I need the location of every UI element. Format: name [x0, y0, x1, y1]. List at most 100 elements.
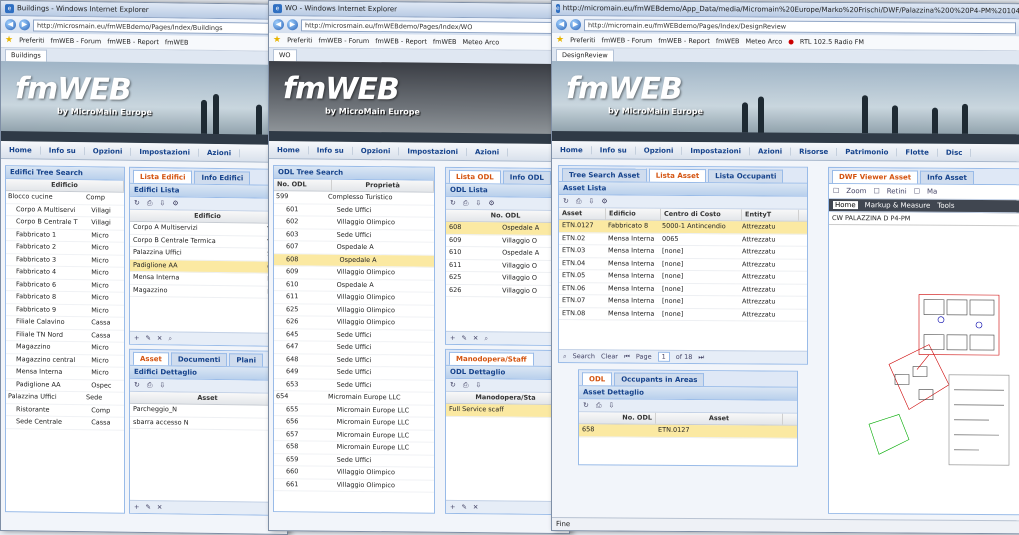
- menu-impostazioni[interactable]: Impostazioni: [682, 146, 750, 154]
- tab-lista-asset[interactable]: Lista Asset: [649, 169, 706, 182]
- print-icon[interactable]: ⎙: [576, 197, 582, 206]
- clear-button[interactable]: Clear: [601, 352, 618, 360]
- tab-lista-edifici[interactable]: Lista Edifici: [133, 170, 192, 184]
- tab-planimetrie[interactable]: Plani: [229, 353, 263, 366]
- favorites-star-icon[interactable]: ★: [273, 35, 281, 45]
- print-icon[interactable]: ⎙: [463, 199, 469, 208]
- table-row[interactable]: 608Ospedale A: [446, 222, 566, 236]
- column-header[interactable]: Asset: [559, 208, 606, 219]
- floor-plan-drawing[interactable]: [829, 224, 1019, 510]
- tab-dwf-viewer[interactable]: DWF Viewer Asset: [832, 170, 918, 184]
- tab-info-edifici[interactable]: Info Edifici: [194, 171, 250, 185]
- tab-lista-odl[interactable]: Lista ODL: [449, 170, 501, 184]
- fav-link[interactable]: fmWEB: [165, 38, 189, 46]
- back-icon[interactable]: ◀: [556, 19, 567, 30]
- export-icon[interactable]: ⇩: [608, 401, 614, 409]
- edit-icon[interactable]: ✎: [461, 334, 466, 342]
- export-icon[interactable]: ⇩: [475, 199, 481, 207]
- print-icon[interactable]: ⎙: [147, 199, 153, 208]
- column-header[interactable]: Centro di Costo: [661, 209, 742, 221]
- refresh-icon[interactable]: ↻: [450, 381, 456, 389]
- ribbon-markup[interactable]: Markup & Measure: [865, 201, 931, 209]
- menu-flotte[interactable]: Flotte: [897, 148, 937, 156]
- fav-link[interactable]: RTL 102.5 Radio FM: [800, 38, 864, 46]
- fav-link[interactable]: Meteo Arco: [746, 37, 783, 45]
- menu-info[interactable]: Info su: [309, 146, 353, 154]
- tree-row[interactable]: Sede CentraleCassa: [6, 416, 124, 430]
- table-row[interactable]: ETN.08Mensa Interna[none]Attrezzatu: [559, 308, 807, 322]
- table-row[interactable]: 610Ospedale A: [446, 247, 566, 261]
- edit-icon[interactable]: ✎: [145, 503, 150, 511]
- print-icon[interactable]: ⎙: [147, 381, 153, 390]
- fav-link[interactable]: fmWEB - Report: [658, 37, 710, 45]
- fav-link[interactable]: fmWEB: [433, 38, 457, 46]
- fav-link[interactable]: fmWEB: [716, 37, 740, 45]
- refresh-icon[interactable]: ↻: [134, 199, 140, 207]
- page-input[interactable]: 1: [658, 352, 670, 362]
- settings-icon[interactable]: ⚙: [172, 199, 178, 207]
- refresh-icon[interactable]: ↻: [134, 381, 140, 389]
- column-header[interactable]: No. ODL: [446, 210, 566, 222]
- export-icon[interactable]: ⇩: [588, 197, 594, 205]
- fav-link[interactable]: fmWEB - Report: [107, 37, 159, 46]
- tab-lista-occupanti[interactable]: Lista Occupanti: [708, 169, 783, 183]
- fav-link[interactable]: fmWEB - Forum: [319, 37, 370, 46]
- menu-home[interactable]: Home: [552, 146, 592, 154]
- table-row[interactable]: MagazzinoMi: [130, 284, 286, 299]
- first-page-icon[interactable]: ⏮: [624, 352, 630, 361]
- menu-home[interactable]: Home: [269, 146, 309, 154]
- column-header[interactable]: EntityT: [742, 209, 799, 220]
- forward-icon[interactable]: ▶: [287, 19, 298, 30]
- settings-icon[interactable]: ⚙: [601, 197, 607, 205]
- column-header[interactable]: Edificio: [606, 208, 661, 219]
- table-row[interactable]: 611Villaggio O: [446, 259, 566, 273]
- url-input[interactable]: http://microsmain.eu/fmWEBdemo/Pages/Ind…: [301, 19, 565, 34]
- url-input[interactable]: http://micromain.eu/fmWEBdemo/Pages/Inde…: [584, 19, 1016, 34]
- tab-documenti[interactable]: Documenti: [171, 352, 228, 366]
- refresh-icon[interactable]: ↻: [583, 401, 589, 409]
- back-icon[interactable]: ◀: [5, 19, 16, 30]
- menu-opzioni[interactable]: Opzioni: [85, 147, 132, 156]
- fav-link[interactable]: fmWEB - Forum: [602, 36, 653, 44]
- favorites-label[interactable]: Preferiti: [570, 36, 595, 44]
- search-icon[interactable]: ⌕: [484, 334, 488, 343]
- fav-link[interactable]: fmWEB - Report: [375, 37, 427, 46]
- menu-home[interactable]: Home: [1, 146, 41, 155]
- print-icon[interactable]: ⎙: [596, 401, 602, 410]
- search-icon[interactable]: ⌕: [563, 352, 567, 361]
- tab-tree-search-asset[interactable]: Tree Search Asset: [562, 168, 647, 182]
- table-row[interactable]: sbarra accesso N: [130, 416, 286, 431]
- table-row[interactable]: 625Villaggio O: [446, 272, 566, 286]
- back-icon[interactable]: ◀: [273, 19, 284, 30]
- delete-icon[interactable]: ✕: [473, 334, 478, 342]
- browser-tab[interactable]: DesignReview: [556, 49, 614, 61]
- column-header[interactable]: Asset: [130, 392, 286, 405]
- ribbon-tools[interactable]: Tools: [937, 202, 954, 210]
- forward-icon[interactable]: ▶: [570, 19, 581, 30]
- column-header[interactable]: No. ODL: [274, 179, 332, 191]
- fav-link[interactable]: Meteo Arco: [463, 38, 500, 46]
- next-page-icon[interactable]: ⏭: [698, 353, 704, 362]
- menu-impostazioni[interactable]: Impostazioni: [131, 147, 199, 156]
- tab-odl[interactable]: ODL: [582, 372, 612, 385]
- delete-icon[interactable]: ✕: [157, 334, 162, 342]
- menu-azioni[interactable]: Azioni: [467, 148, 508, 156]
- ma-checkbox[interactable]: ☐: [914, 188, 920, 196]
- menu-risorse[interactable]: Risorse: [791, 147, 837, 155]
- fav-link[interactable]: fmWEB - Forum: [51, 37, 102, 46]
- add-icon[interactable]: +: [134, 503, 139, 511]
- menu-patrimonio[interactable]: Patrimonio: [837, 147, 897, 155]
- tab-asset[interactable]: Asset: [133, 352, 169, 366]
- url-input[interactable]: http://microsmain.eu/fmWEBdemo/Pages/Ind…: [33, 19, 283, 34]
- menu-opzioni[interactable]: Opzioni: [636, 146, 683, 154]
- table-row[interactable]: 626Villaggio O: [446, 284, 566, 298]
- add-icon[interactable]: +: [134, 334, 139, 342]
- menu-azioni[interactable]: Azioni: [750, 147, 791, 155]
- menu-opzioni[interactable]: Opzioni: [353, 146, 400, 154]
- favorites-star-icon[interactable]: ★: [5, 35, 13, 45]
- refresh-icon[interactable]: ↻: [563, 197, 569, 205]
- export-icon[interactable]: ⇩: [475, 381, 481, 389]
- refresh-icon[interactable]: ↻: [450, 199, 456, 207]
- tab-manodopera[interactable]: Manodopera/Staff: [449, 352, 534, 366]
- column-header[interactable]: Edificio: [130, 210, 286, 223]
